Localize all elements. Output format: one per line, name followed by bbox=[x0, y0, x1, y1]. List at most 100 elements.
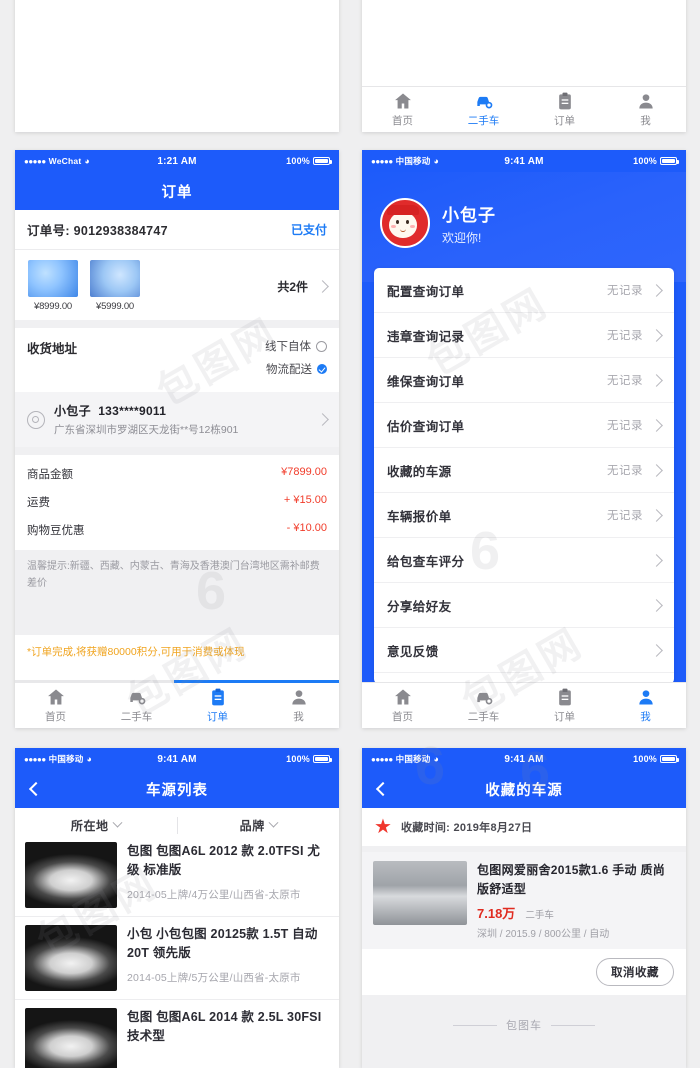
address-contact: 小包子 133****9011 bbox=[54, 402, 309, 419]
goods-item[interactable]: ¥8999.00 bbox=[27, 260, 79, 312]
filter-label: 所在地 bbox=[70, 818, 109, 833]
status-left: ●●●●● WeChat ◕ bbox=[24, 156, 119, 166]
goods-item[interactable]: ¥5999.00 bbox=[89, 260, 141, 312]
page-title: 订单 bbox=[161, 184, 193, 201]
back-button[interactable] bbox=[374, 781, 390, 797]
delivery-option-offline[interactable]: 线下自体 bbox=[265, 338, 327, 354]
tab-order[interactable]: 订单 bbox=[524, 91, 605, 128]
profile-item-config-query[interactable]: 配置查询订单 无记录 bbox=[374, 268, 674, 313]
battery-icon bbox=[313, 156, 332, 166]
profile-item-favorites[interactable]: 收藏的车源 无记录 bbox=[374, 448, 674, 493]
cancel-favorite-button[interactable]: 取消收藏 bbox=[596, 958, 674, 987]
tab-me[interactable]: 我 bbox=[605, 687, 686, 724]
status-right: 100% bbox=[582, 754, 679, 764]
car-thumbnail bbox=[25, 842, 117, 908]
item-label: 收藏的车源 bbox=[387, 464, 452, 479]
status-left: ●●●●● 中国移动 ◕ bbox=[371, 155, 466, 167]
profile-item-valuation-query[interactable]: 估价查询订单 无记录 bbox=[374, 403, 674, 448]
filter-location[interactable]: 所在地 bbox=[15, 817, 177, 834]
goods-count: 共2件 bbox=[277, 279, 308, 294]
status-bar: ●●●●● 中国移动 ◕ 9:41 AM 100% bbox=[362, 748, 686, 770]
address-name: 小包子 bbox=[54, 404, 91, 418]
section-gap bbox=[15, 320, 339, 328]
favorite-car-card[interactable]: 包图网爱丽舍2015款1.6 手动 质尚版舒适型 7.18万 二手车 深圳 / … bbox=[362, 852, 686, 950]
address-row[interactable]: 小包子 133****9011 广东省深圳市罗湖区天龙街**号12栋901 bbox=[15, 392, 339, 447]
wifi-icon: ◕ bbox=[86, 754, 93, 764]
car-feed-row[interactable]: 包图迈腾2013款3.0 自动旗舰型 bbox=[362, 0, 686, 3]
shipping-tip: 温馨提示:新疆、西藏、内蒙古、青海及香港澳门台湾地区需补邮费差价 bbox=[27, 561, 320, 589]
status-bar: ●●●●● WeChat ◕ 1:21 AM 100% bbox=[15, 150, 339, 172]
profile-item-maintenance-query[interactable]: 维保查询订单 无记录 bbox=[374, 358, 674, 403]
car-info: 包图 包图A6L 2014 款 2.5L 30FSI 技术型 bbox=[127, 1008, 329, 1068]
filter-label: 品牌 bbox=[239, 818, 265, 833]
mockup-sheet: 使用第三方账户登陆 深圳 / 2014.9 / 1.5公里 / 自动 包图迈腾2… bbox=[0, 0, 700, 1068]
car-meta: 2014-05上牌/4万公里/山西省-太原市 bbox=[127, 888, 301, 901]
delivery-option-logistics[interactable]: 物流配送 bbox=[265, 361, 327, 377]
filter-brand[interactable]: 品牌 bbox=[176, 816, 340, 834]
tab-label: 我 bbox=[640, 115, 651, 127]
car-list-item[interactable]: 小包 小包包图 20125款 1.5T 自动 20T 领先版 2014-05上牌… bbox=[15, 917, 339, 1000]
address-lines: 小包子 133****9011 广东省深圳市罗湖区天龙街**号12栋901 bbox=[54, 402, 309, 437]
profile-item-quotes[interactable]: 车辆报价单 无记录 bbox=[374, 493, 674, 538]
item-label: 估价查询订单 bbox=[387, 419, 465, 434]
profile-item-feedback[interactable]: 意见反馈 bbox=[374, 628, 674, 673]
chevron-down-icon bbox=[268, 817, 279, 828]
radio-unselected-icon bbox=[316, 340, 327, 352]
clipboard-icon bbox=[558, 92, 571, 110]
promo-banner: *订单完成,将获赠80000积分,可用于消费或体现 bbox=[15, 635, 339, 668]
chevron-right-icon bbox=[650, 463, 663, 477]
profile-item-violation-query[interactable]: 违章查询记录 无记录 bbox=[374, 313, 674, 358]
tab-home[interactable]: 首页 bbox=[362, 91, 443, 128]
car-list-item[interactable]: 包图 包图A6L 2012 款 2.0TFSI 尤级 标准版 2014-05上牌… bbox=[15, 834, 339, 917]
delivery-options: 线下自体 物流配送 bbox=[265, 338, 327, 384]
chevron-right-icon bbox=[650, 418, 663, 432]
tab-order[interactable]: 订单 bbox=[177, 687, 258, 724]
car-info: 包图网爱丽舍2015款1.6 手动 质尚版舒适型 7.18万 二手车 深圳 / … bbox=[477, 861, 675, 940]
tab-label: 订单 bbox=[554, 115, 575, 127]
item-value: 无记录 bbox=[607, 285, 643, 297]
profile-item-share[interactable]: 分享给好友 bbox=[374, 583, 674, 628]
profile-item-rate-app[interactable]: 给包查车评分 bbox=[374, 538, 674, 583]
avatar[interactable] bbox=[380, 198, 430, 248]
fee-value: - ¥10.00 bbox=[286, 522, 327, 534]
car-list-item[interactable]: 包图 包图A6L 2014 款 2.5L 30FSI 技术型 bbox=[15, 1000, 339, 1068]
item-label: 分享给好友 bbox=[387, 599, 452, 614]
status-right: 100% bbox=[582, 156, 679, 166]
divider-right bbox=[551, 1024, 595, 1026]
fee-list: 商品金额 ¥7899.00 运费 + ¥15.00 购物豆优惠 - ¥10.00 bbox=[15, 455, 339, 550]
tab-order[interactable]: 订单 bbox=[524, 687, 605, 724]
star-icon: ★ bbox=[374, 816, 392, 838]
goods-count-area[interactable]: 共2件 bbox=[277, 278, 329, 295]
tabbar: 首页 二手车 订单 我 bbox=[362, 682, 686, 728]
tab-label: 二手车 bbox=[120, 711, 153, 723]
tab-used-car[interactable]: 二手车 bbox=[96, 687, 177, 724]
tab-home[interactable]: 首页 bbox=[362, 687, 443, 724]
order-goods[interactable]: ¥8999.00 ¥5999.00 共2件 bbox=[15, 250, 339, 320]
panel-order: ●●●●● WeChat ◕ 1:21 AM 100% 订单 订单号: 9012… bbox=[15, 150, 339, 728]
back-button[interactable] bbox=[27, 781, 43, 797]
car-title: 包图 包图A6L 2014 款 2.5L 30FSI 技术型 bbox=[127, 1010, 322, 1043]
person-icon bbox=[291, 690, 306, 705]
order-number-value: 9012938384747 bbox=[73, 224, 168, 238]
profile-user[interactable]: 小包子 欢迎你! bbox=[362, 198, 686, 248]
wifi-icon: ◕ bbox=[84, 156, 90, 166]
item-right: 无记录 bbox=[607, 462, 663, 478]
tab-used-car[interactable]: 二手车 bbox=[443, 687, 524, 724]
item-right: 无记录 bbox=[607, 507, 663, 523]
battery-icon bbox=[313, 754, 332, 764]
panel-used-car-feed: 深圳 / 2014.9 / 1.5公里 / 自动 包图迈腾2013款3.0 自动… bbox=[362, 0, 686, 132]
battery-icon bbox=[660, 754, 679, 764]
battery-percent: 100% bbox=[286, 156, 310, 166]
order-number: 订单号: 9012938384747 bbox=[27, 220, 168, 239]
car-info: 小包 小包包图 20125款 1.5T 自动 20T 领先版 2014-05上牌… bbox=[127, 925, 329, 991]
tab-me[interactable]: 我 bbox=[258, 687, 339, 724]
footer-note-label: 包图车 bbox=[506, 1020, 542, 1033]
clipboard-icon bbox=[558, 688, 571, 706]
tab-used-car[interactable]: 二手车 bbox=[443, 91, 524, 128]
tab-home[interactable]: 首页 bbox=[15, 687, 96, 724]
item-value: 无记录 bbox=[607, 375, 643, 387]
tab-label: 我 bbox=[640, 711, 651, 723]
tab-me[interactable]: 我 bbox=[605, 91, 686, 128]
item-label: 车辆报价单 bbox=[387, 509, 452, 524]
car-icon bbox=[476, 692, 492, 705]
